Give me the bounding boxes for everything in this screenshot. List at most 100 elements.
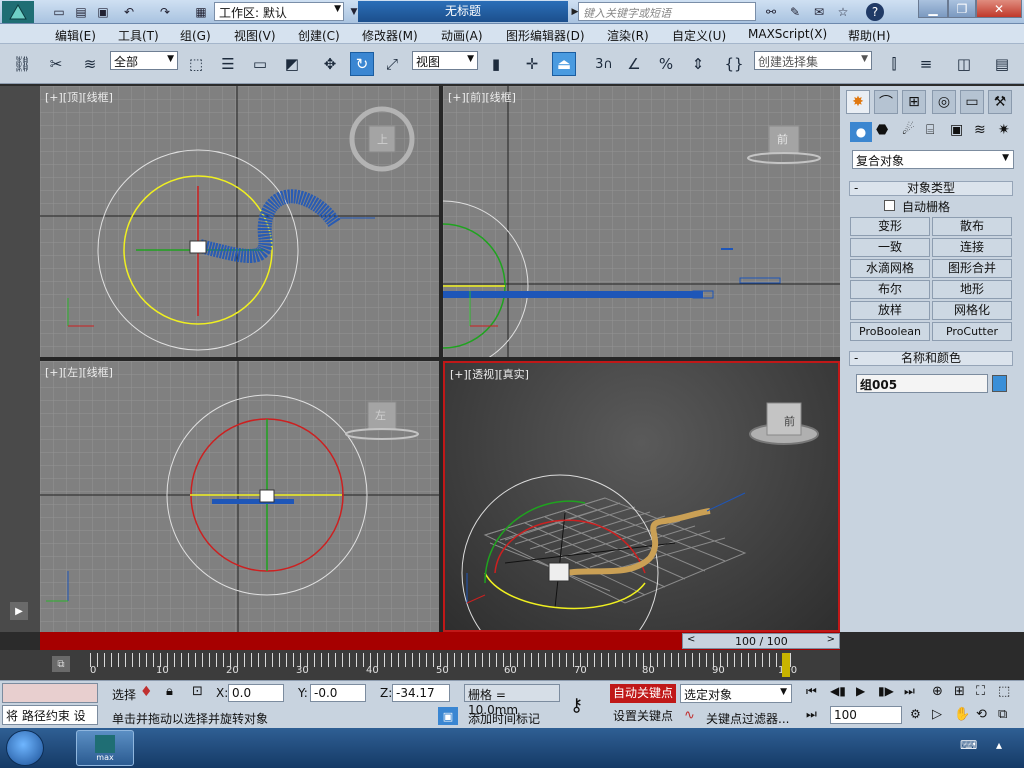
menu-maxscript[interactable]: MAXScript(X) bbox=[748, 27, 827, 41]
keyboard-tray-icon[interactable]: ⌨ bbox=[960, 738, 977, 752]
hierarchy-tab-icon[interactable]: ⊞ bbox=[902, 90, 926, 114]
snaps-toggle-icon[interactable]: 3 ∩ bbox=[592, 52, 616, 76]
y-coordinate-input[interactable]: -0.0 bbox=[310, 684, 366, 702]
x-coordinate-input[interactable]: 0.0 bbox=[228, 684, 284, 702]
move-icon[interactable]: ✥ bbox=[318, 52, 342, 76]
menu-animation[interactable]: 动画(A) bbox=[441, 27, 483, 44]
z-coordinate-input[interactable]: -34.17 bbox=[392, 684, 450, 702]
key-filters-button[interactable]: 关键点过滤器... bbox=[706, 710, 789, 727]
viewcube-persp-label[interactable]: 前 bbox=[784, 413, 795, 429]
help-icon[interactable]: ? bbox=[866, 3, 884, 21]
restore-icon[interactable]: ❐ bbox=[948, 0, 976, 18]
connect-button[interactable]: 连接 bbox=[932, 238, 1012, 257]
conform-button[interactable]: 一致 bbox=[850, 238, 930, 257]
menu-tools[interactable]: 工具(T) bbox=[118, 27, 159, 44]
selection-filter-dropdown[interactable]: 全部 ▼ bbox=[110, 51, 178, 70]
angle-snap-icon[interactable]: ∠ bbox=[622, 52, 646, 76]
key-mode-toggle-icon[interactable]: ⏭ bbox=[806, 707, 817, 722]
lights-icon[interactable]: ☄ bbox=[902, 122, 915, 138]
favorites-star-icon[interactable]: ☆ bbox=[834, 3, 852, 21]
graphite-modeling-icon[interactable]: ▤ bbox=[990, 52, 1014, 76]
viewcube-front-label[interactable]: 前 bbox=[777, 131, 788, 147]
object-name-input[interactable]: 组005 bbox=[856, 374, 988, 393]
systems-icon[interactable]: ✷ bbox=[998, 122, 1010, 138]
next-frame-icon[interactable]: > bbox=[827, 634, 835, 645]
mirror-icon[interactable]: ⫿ bbox=[882, 52, 906, 76]
tools-icon[interactable]: ✎ bbox=[786, 3, 804, 21]
current-frame-input[interactable]: 100 bbox=[830, 706, 902, 724]
menu-graph-editors[interactable]: 图形编辑器(D) bbox=[506, 27, 585, 44]
binoculars-icon[interactable]: ⚯ bbox=[762, 3, 780, 21]
absolute-mode-icon[interactable]: ⊡ bbox=[192, 684, 203, 699]
go-to-start-icon[interactable]: ⏮ bbox=[806, 684, 817, 699]
menu-views[interactable]: 视图(V) bbox=[234, 27, 276, 44]
time-tag-icon[interactable]: ▣ bbox=[438, 707, 458, 725]
close-icon[interactable]: ✕ bbox=[976, 0, 1022, 18]
taskbar-app-3dsmax[interactable]: max bbox=[76, 730, 134, 766]
object-color-swatch[interactable] bbox=[992, 375, 1007, 392]
menu-customize[interactable]: 自定义(U) bbox=[672, 27, 726, 44]
procutter-button[interactable]: ProCutter bbox=[932, 322, 1012, 341]
edit-named-selection-icon[interactable]: {} bbox=[722, 52, 746, 76]
search-input[interactable]: 键入关键字或短语 bbox=[578, 2, 756, 21]
new-file-icon[interactable]: ▭ bbox=[50, 3, 68, 21]
boolean-button[interactable]: 布尔 bbox=[850, 280, 930, 299]
save-file-icon[interactable]: ▣ bbox=[94, 3, 112, 21]
maxscript-listener-white[interactable]: 将 路径约束 设 bbox=[2, 705, 98, 725]
viewcube-top-label[interactable]: 上 bbox=[377, 131, 388, 147]
auto-grid-checkbox[interactable] bbox=[884, 200, 895, 211]
prev-frame-icon[interactable]: < bbox=[687, 634, 695, 645]
zoom-extents-icon[interactable]: ⛶ bbox=[976, 684, 985, 699]
geometry-icon[interactable]: ● bbox=[850, 122, 872, 142]
isolate-selection-icon[interactable]: ♦ bbox=[140, 684, 153, 700]
pan-hand-icon[interactable]: ✋ bbox=[954, 707, 970, 722]
minimize-icon[interactable]: ▁ bbox=[918, 0, 948, 18]
auto-key-button[interactable]: 自动关键点 bbox=[610, 684, 676, 703]
rollout-name-color[interactable]: - 名称和颜色 bbox=[849, 351, 1013, 366]
menu-help[interactable]: 帮助(H) bbox=[848, 27, 890, 44]
loft-button[interactable]: 放样 bbox=[850, 301, 930, 320]
cameras-icon[interactable]: ⌸ bbox=[926, 122, 934, 138]
space-warps-icon[interactable]: ≋ bbox=[974, 122, 986, 138]
terrain-button[interactable]: 地形 bbox=[932, 280, 1012, 299]
current-frame-marker[interactable] bbox=[782, 653, 790, 677]
maxscript-listener-pink[interactable] bbox=[2, 683, 98, 703]
go-to-end-icon[interactable]: ⏭ bbox=[904, 684, 915, 699]
add-time-tag-label[interactable]: 添加时间标记 bbox=[468, 710, 540, 727]
lock-icon[interactable]: 🔒︎ bbox=[166, 684, 173, 699]
zoom-all-icon[interactable]: ⊞ bbox=[954, 684, 965, 699]
zoom-icon[interactable]: ⊕ bbox=[932, 684, 943, 699]
next-frame-icon[interactable]: ▮▶ bbox=[878, 684, 894, 698]
menu-rendering[interactable]: 渲染(R) bbox=[607, 27, 649, 44]
align-icon[interactable]: ≡ bbox=[914, 52, 938, 76]
undo-icon[interactable]: ↶ bbox=[120, 3, 138, 21]
morph-button[interactable]: 变形 bbox=[850, 217, 930, 236]
viewport-top[interactable]: [+][顶][线框] 上 bbox=[40, 86, 439, 357]
viewport-perspective[interactable]: [+][透视][真实] 前 bbox=[443, 361, 840, 632]
expand-arrow-icon[interactable]: ▶ bbox=[10, 602, 28, 620]
menu-create[interactable]: 创建(C) bbox=[298, 27, 340, 44]
maximize-viewport-icon[interactable]: ⧉ bbox=[998, 707, 1007, 722]
tray-arrow-icon[interactable]: ▴ bbox=[996, 738, 1002, 752]
motion-tab-icon[interactable]: ◎ bbox=[932, 90, 956, 114]
mesher-button[interactable]: 网格化 bbox=[932, 301, 1012, 320]
layer-manager-icon[interactable]: ◫ bbox=[952, 52, 976, 76]
spinner-snap-icon[interactable]: ⇕ bbox=[686, 52, 710, 76]
set-key-button[interactable]: 设置关键点 bbox=[610, 707, 676, 726]
rotate-icon[interactable]: ↻ bbox=[350, 52, 374, 76]
viewcube-left-label[interactable]: 左 bbox=[375, 407, 386, 423]
field-of-view-icon[interactable]: ▷ bbox=[932, 707, 942, 722]
previous-frame-icon[interactable]: ◀▮ bbox=[830, 684, 846, 698]
select-link-icon[interactable]: ⛓ bbox=[10, 52, 34, 76]
menu-group[interactable]: 组(G) bbox=[180, 27, 211, 44]
rectangular-selection-icon[interactable]: ▭ bbox=[248, 52, 272, 76]
viewport-left[interactable]: [+][左][线框] 左 bbox=[40, 361, 439, 632]
viewport-left-label[interactable]: [+][左][线框] bbox=[45, 364, 113, 380]
orbit-icon[interactable]: ⟲ bbox=[976, 707, 987, 722]
scatter-button[interactable]: 散布 bbox=[932, 217, 1012, 236]
utilities-tab-icon[interactable]: ⚒ bbox=[988, 90, 1012, 114]
select-manipulate-icon[interactable]: ✛ bbox=[520, 52, 544, 76]
communication-icon[interactable]: ✉ bbox=[810, 3, 828, 21]
menu-modifiers[interactable]: 修改器(M) bbox=[362, 27, 418, 44]
proboolean-button[interactable]: ProBoolean bbox=[850, 322, 930, 341]
